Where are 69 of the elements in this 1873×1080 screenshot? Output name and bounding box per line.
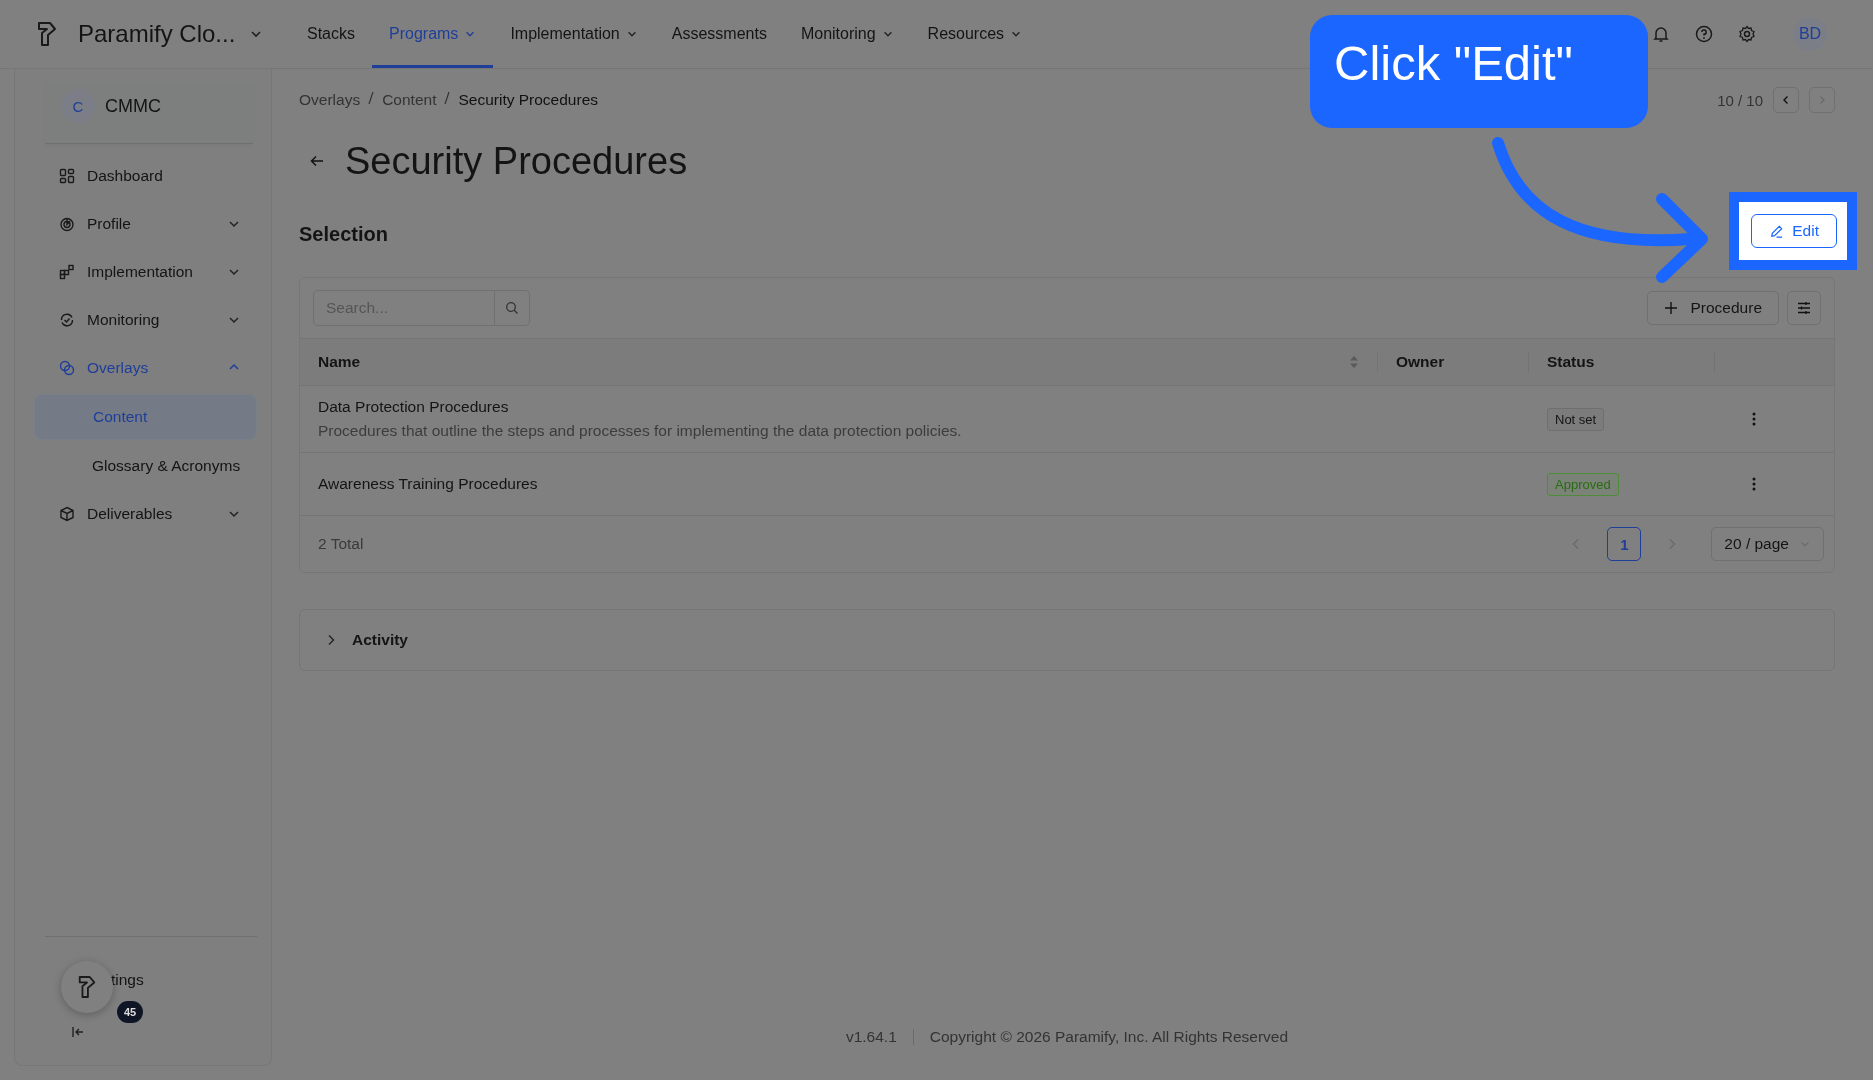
logo-icon bbox=[36, 21, 58, 47]
program-name: CMMC bbox=[105, 95, 161, 117]
nav-tab[interactable]: Stacks bbox=[290, 0, 372, 68]
menu-item-icon[interactable] bbox=[59, 168, 75, 184]
more-icon[interactable] bbox=[1751, 477, 1756, 491]
menu-item-icon[interactable] bbox=[59, 264, 75, 280]
previous-button[interactable] bbox=[1773, 87, 1799, 113]
page-button[interactable]: 1 bbox=[1607, 527, 1642, 561]
filter-button[interactable] bbox=[1787, 291, 1821, 325]
help-icon[interactable] bbox=[1695, 25, 1713, 43]
sidebar-item[interactable]: Dashboard bbox=[29, 152, 257, 200]
status-tag: Not set bbox=[1547, 407, 1605, 431]
workspace-switcher[interactable]: Paramify Clo... bbox=[78, 20, 264, 48]
page-size-select[interactable]: 20 / page bbox=[1711, 527, 1824, 561]
nav-tab[interactable]: Programs bbox=[372, 0, 494, 68]
sidebar-item[interactable]: Implementation bbox=[29, 248, 257, 296]
sidebar-subitem[interactable]: Glossary & Acronyms bbox=[34, 444, 257, 488]
search-button[interactable] bbox=[495, 290, 530, 326]
breadcrumb-separator bbox=[444, 91, 451, 105]
bell-icon[interactable] bbox=[1652, 25, 1670, 43]
search-icon[interactable] bbox=[505, 301, 519, 315]
page-title: Security Procedures bbox=[345, 139, 688, 183]
settings-icon[interactable] bbox=[1738, 25, 1756, 43]
user-avatar[interactable]: BD bbox=[1793, 17, 1827, 51]
chevron-icon[interactable] bbox=[326, 634, 336, 646]
pencil-icon[interactable] bbox=[1769, 223, 1785, 239]
sidebar-item[interactable]: Overlays bbox=[29, 344, 257, 392]
total-count: 2 Total bbox=[318, 535, 364, 553]
sidebar-item[interactable]: Profile bbox=[29, 200, 257, 248]
version-label: v1.64.1 bbox=[845, 1028, 897, 1046]
procedure-name[interactable]: Awareness Training Procedures bbox=[318, 475, 538, 493]
menu-item-icon[interactable] bbox=[59, 360, 75, 376]
section-title: Selection bbox=[299, 222, 388, 246]
edit-button[interactable]: Edit bbox=[1751, 214, 1837, 248]
sliders-icon[interactable] bbox=[1796, 300, 1812, 316]
column-header: Name bbox=[318, 353, 361, 371]
more-icon[interactable] bbox=[1751, 412, 1756, 426]
settings-label[interactable]: tings bbox=[111, 971, 144, 989]
column-header: Status bbox=[1547, 353, 1595, 371]
sidebar-item[interactable]: Deliverables bbox=[29, 490, 257, 538]
activity-panel[interactable]: Activity bbox=[299, 609, 1835, 671]
breadcrumb-link[interactable]: Content bbox=[382, 91, 437, 109]
collapse-icon[interactable] bbox=[71, 1025, 85, 1039]
plus-icon[interactable] bbox=[1664, 301, 1679, 315]
nav-tab[interactable]: Monitoring bbox=[783, 0, 911, 68]
count-badge: 45 bbox=[117, 1001, 144, 1023]
breadcrumb-separator bbox=[368, 91, 375, 105]
back-icon[interactable] bbox=[309, 153, 325, 169]
menu-item-icon[interactable] bbox=[59, 312, 75, 328]
menu-item-icon[interactable] bbox=[59, 506, 75, 522]
add-procedure-button[interactable]: Procedure bbox=[1647, 291, 1779, 325]
sidebar-item[interactable]: Monitoring bbox=[29, 296, 257, 344]
procedure-description: Procedures that outline the steps and processes for implementing the data protection policies. bbox=[318, 422, 962, 440]
nav-tab[interactable]: Implementation bbox=[493, 0, 655, 68]
callout: Click "Edit" bbox=[1310, 15, 1648, 128]
copyright-text: Copyright © 2026 Paramify, Inc. All Rights Reserved bbox=[929, 1028, 1289, 1046]
status-tag: Approved bbox=[1547, 472, 1619, 496]
column-header: Owner bbox=[1396, 353, 1445, 371]
record-counter: 10 / 10 bbox=[1717, 91, 1763, 109]
breadcrumb-link[interactable]: Overlays bbox=[299, 91, 361, 109]
chevron-left-icon[interactable] bbox=[1781, 95, 1791, 105]
menu-item-icon[interactable] bbox=[59, 216, 75, 232]
helper-bubble[interactable] bbox=[61, 961, 113, 1013]
activity-label: Activity bbox=[352, 631, 408, 649]
procedure-name[interactable]: Data Protection Procedures bbox=[318, 398, 509, 416]
nav-tab[interactable]: Assessments bbox=[654, 0, 784, 68]
program-avatar: C bbox=[61, 89, 95, 123]
logo-icon bbox=[77, 975, 97, 999]
nav-tab[interactable]: Resources bbox=[910, 0, 1040, 68]
